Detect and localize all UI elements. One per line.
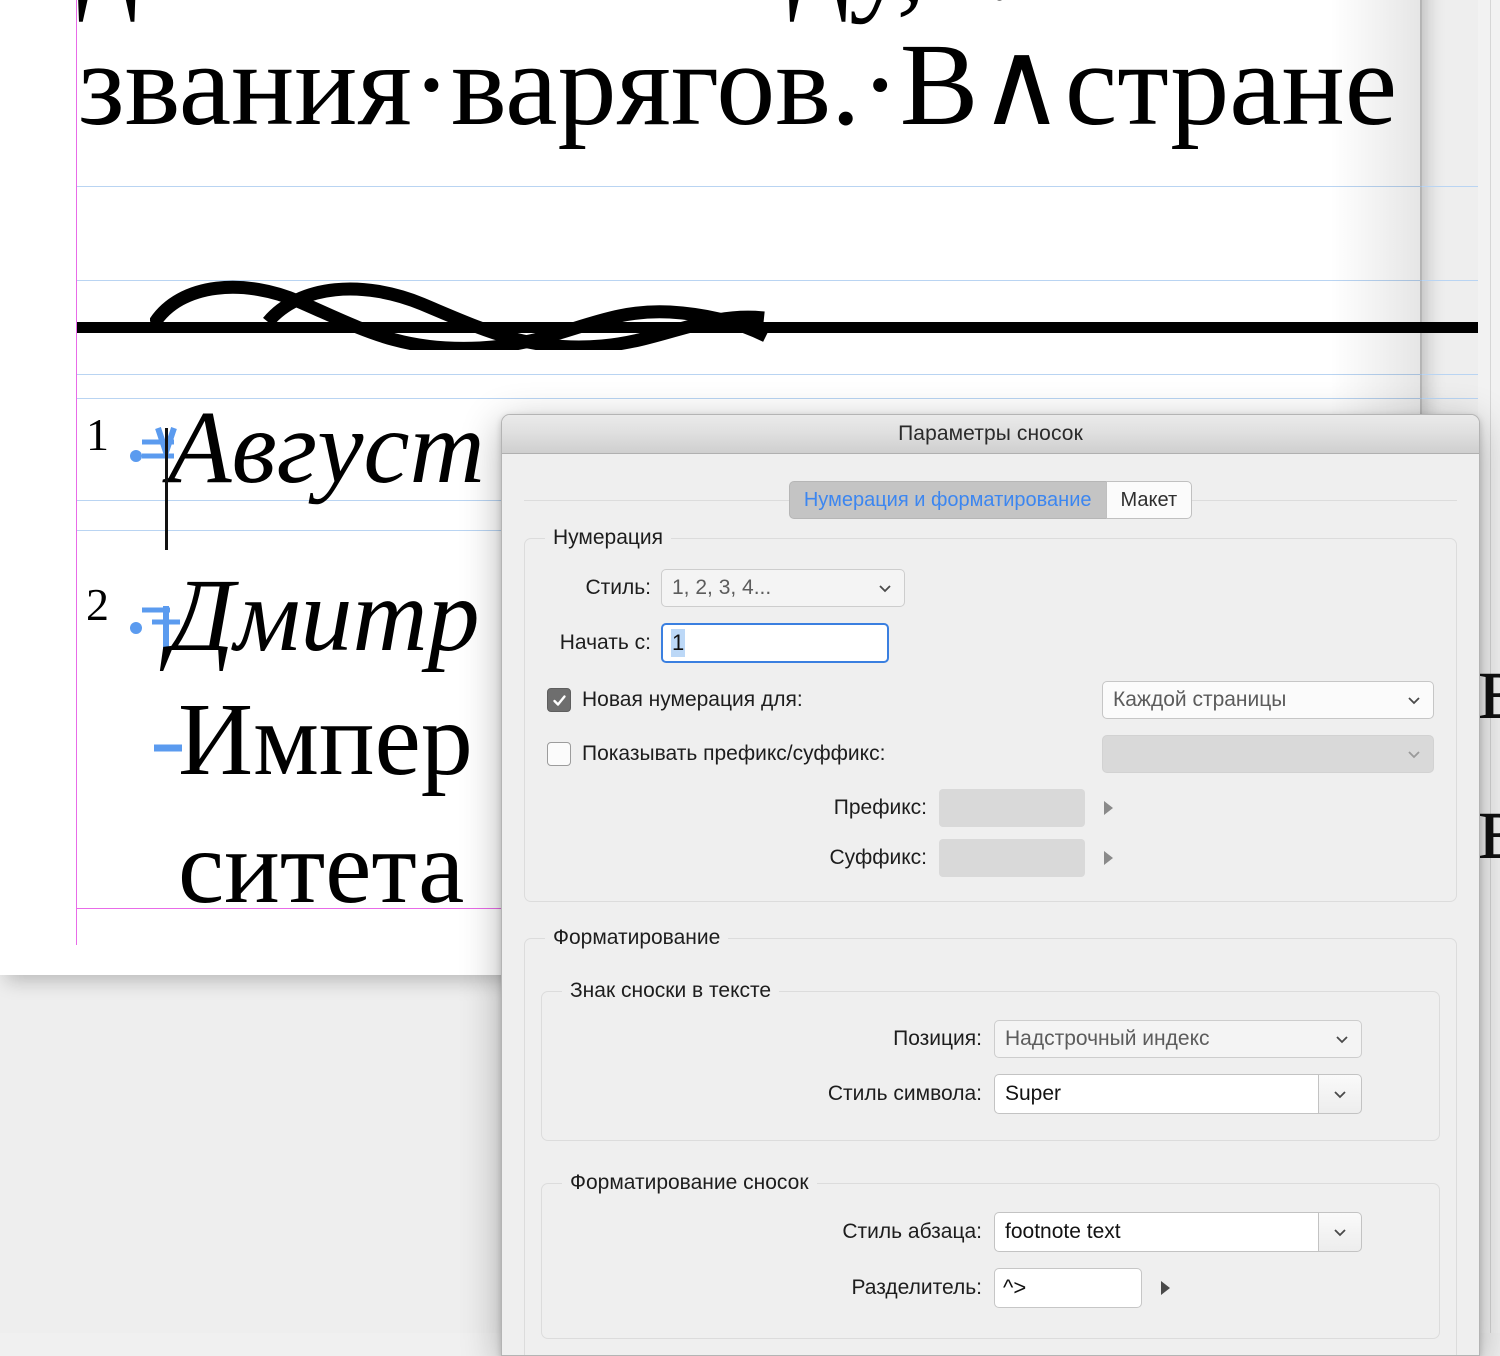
formatting-group-legend: Форматирование xyxy=(545,926,728,950)
chevron-down-icon xyxy=(1331,1085,1349,1103)
check-icon xyxy=(552,693,567,708)
restart-scope-value: Каждой страницы xyxy=(1113,688,1405,712)
tab-label: Нумерация и форматирование xyxy=(804,489,1092,512)
footnote-anchor-group: Знак сноски в тексте Позиция: Надстрочны… xyxy=(541,991,1440,1141)
start-at-value: 1 xyxy=(671,629,685,657)
footnote-text: ситета xyxy=(178,808,464,927)
chevron-down-icon xyxy=(1405,691,1423,709)
anchor-position-value: Надстрочный индекс xyxy=(1005,1027,1333,1051)
style-label: Стиль: xyxy=(547,576,651,600)
separator-value: ^> xyxy=(1003,1275,1026,1301)
numbering-group: Нумерация Стиль: 1, 2, 3, 4... Начать с:… xyxy=(524,538,1457,902)
chevron-down-icon xyxy=(876,579,894,597)
character-style-combobox[interactable]: Super xyxy=(994,1074,1362,1114)
clipped-glyph: в xyxy=(1478,770,1500,881)
character-style-label: Стиль символа: xyxy=(562,1082,982,1106)
character-style-value[interactable]: Super xyxy=(994,1074,1318,1114)
prefix-input xyxy=(939,789,1085,827)
chevron-down-icon xyxy=(1405,745,1423,763)
start-at-label: Начать с: xyxy=(547,631,651,655)
restart-numbering-checkbox[interactable] xyxy=(547,688,571,712)
suffix-expand-triangle-icon xyxy=(1099,847,1117,869)
text-cursor xyxy=(165,428,168,550)
footnote-text: Дмитр xyxy=(168,556,480,675)
suffix-input xyxy=(939,839,1085,877)
document-body-line: звания·варягов.·В∧стране xyxy=(78,14,1397,153)
footnote-number: 2 xyxy=(86,578,109,631)
tab-layout[interactable]: Макет xyxy=(1106,481,1193,519)
footnote-anchor-legend: Знак сноски в тексте xyxy=(562,979,779,1003)
paragraph-style-label: Стиль абзаца: xyxy=(562,1220,982,1244)
separator-expand-triangle-icon[interactable] xyxy=(1156,1277,1174,1299)
footnote-text: Импер xyxy=(178,680,473,799)
paragraph-style-dropdown-button[interactable] xyxy=(1318,1212,1362,1252)
anchor-position-dropdown[interactable]: Надстрочный индекс xyxy=(994,1020,1362,1058)
baseline-guide xyxy=(76,374,1500,375)
footnote-settings-dialog[interactable]: Параметры сносок Нумерация и форматирова… xyxy=(501,414,1480,1356)
restart-numbering-label: Новая нумерация для: xyxy=(582,688,803,712)
suffix-label: Суффикс: xyxy=(547,846,927,870)
numbering-style-dropdown[interactable]: 1, 2, 3, 4... xyxy=(661,569,905,607)
numbering-group-legend: Нумерация xyxy=(545,526,671,550)
show-prefix-suffix-checkbox[interactable] xyxy=(547,742,571,766)
tab-label: Макет xyxy=(1121,489,1178,512)
show-prefix-suffix-label: Показывать префикс/суффикс: xyxy=(582,742,885,766)
tab-strip: Нумерация и форматирование Макет xyxy=(524,476,1457,524)
character-style-dropdown-button[interactable] xyxy=(1318,1074,1362,1114)
chevron-down-icon xyxy=(1331,1223,1349,1241)
paragraph-style-value[interactable]: footnote text xyxy=(994,1212,1318,1252)
prefix-label: Префикс: xyxy=(547,796,927,820)
numbering-style-value: 1, 2, 3, 4... xyxy=(672,576,876,600)
separator-swash-ornament xyxy=(150,278,770,350)
text-frame-guide xyxy=(76,0,77,945)
footnote-formatting-group: Форматирование сносок Стиль абзаца: foot… xyxy=(541,1183,1440,1339)
separator-input[interactable]: ^> xyxy=(994,1268,1142,1308)
start-at-input[interactable]: 1 xyxy=(661,623,889,663)
footnote-text: Август xyxy=(168,388,485,507)
formatting-group: Форматирование Знак сноски в тексте Пози… xyxy=(524,938,1457,1356)
footnote-formatting-legend: Форматирование сносок xyxy=(562,1171,817,1195)
tab-numbering-and-formatting[interactable]: Нумерация и форматирование xyxy=(789,481,1106,519)
separator-label: Разделитель: xyxy=(562,1276,982,1300)
footnote-number: 1 xyxy=(86,408,109,461)
clipped-glyph: в xyxy=(1478,630,1500,741)
chevron-down-icon xyxy=(1333,1030,1351,1048)
prefix-suffix-dropdown xyxy=(1102,735,1434,773)
dialog-title: Параметры сносок xyxy=(898,422,1083,446)
prefix-expand-triangle-icon xyxy=(1099,797,1117,819)
baseline-guide xyxy=(76,186,1500,187)
paragraph-style-combobox[interactable]: footnote text xyxy=(994,1212,1362,1252)
position-label: Позиция: xyxy=(562,1027,982,1051)
restart-scope-dropdown[interactable]: Каждой страницы xyxy=(1102,681,1434,719)
dialog-titlebar[interactable]: Параметры сносок xyxy=(502,415,1479,454)
